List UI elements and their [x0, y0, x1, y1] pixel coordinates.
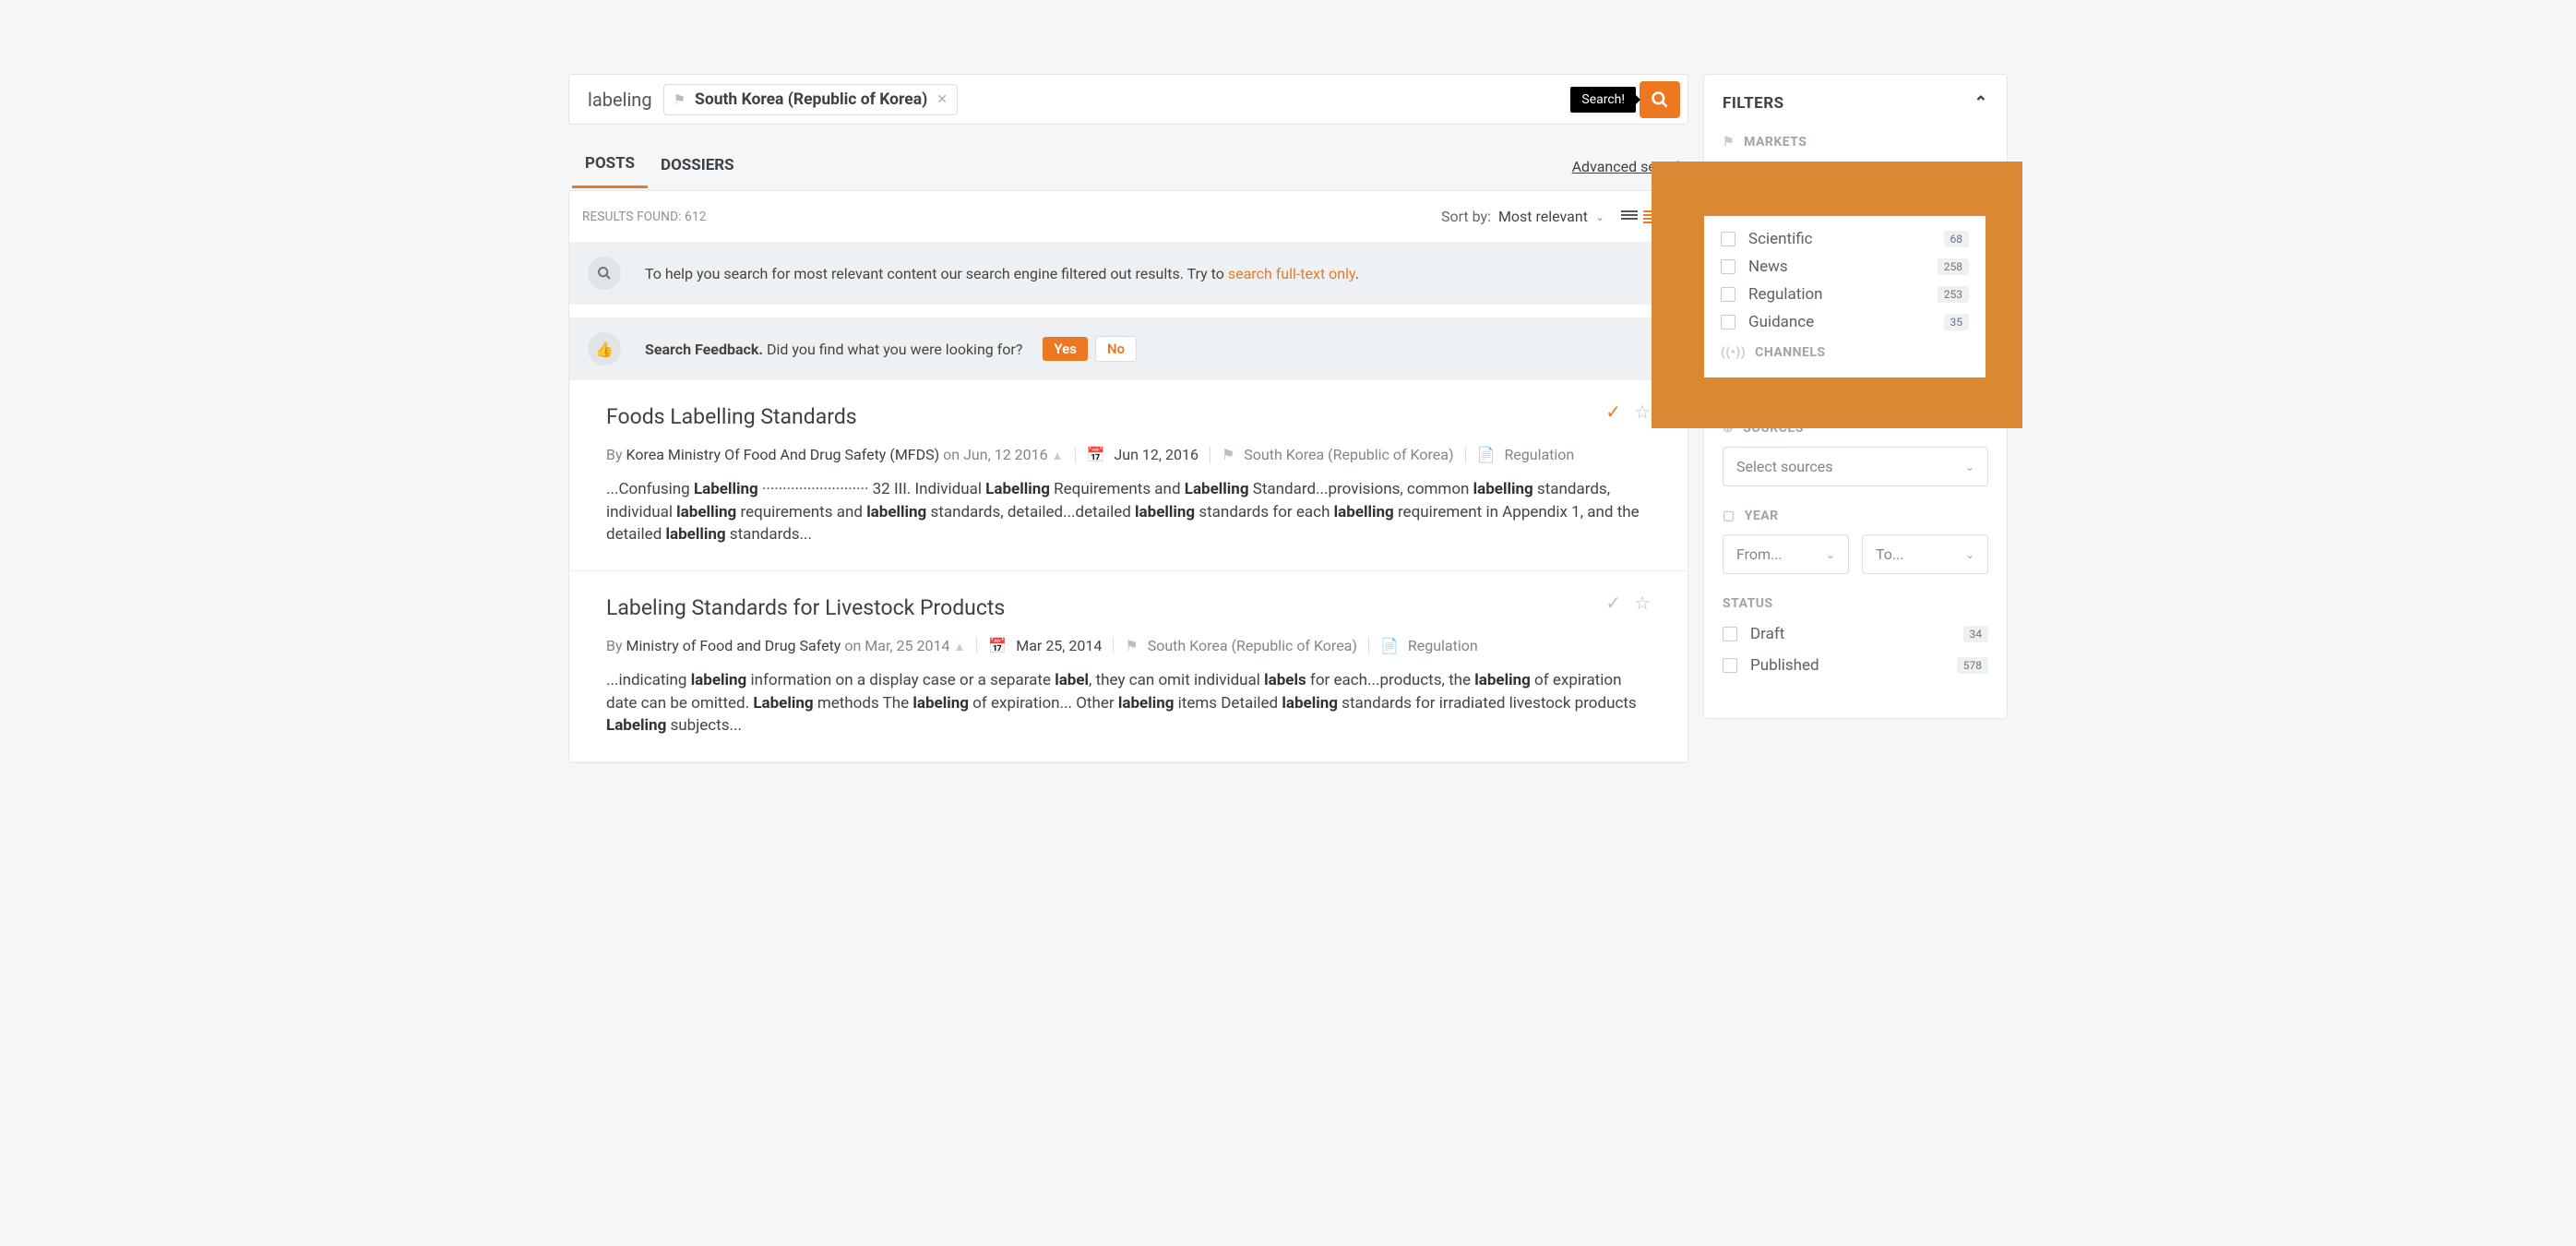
chevron-up-icon: ⌃	[1974, 93, 1988, 113]
warning-icon: ▲	[953, 641, 965, 654]
view-list-icon[interactable]	[1621, 210, 1638, 223]
document-icon: 📄	[1380, 637, 1399, 654]
search-icon	[1651, 90, 1669, 109]
chevron-down-icon: ⌄	[1965, 548, 1974, 561]
flag-icon: ⚑	[674, 91, 686, 108]
feedback-yes-button[interactable]: Yes	[1043, 337, 1088, 361]
search-button[interactable]	[1640, 81, 1680, 118]
cat-scientific-checkbox[interactable]: Scientific68	[1721, 225, 1969, 253]
result-snippet: ...Confusing Labelling ·················…	[606, 478, 1651, 546]
signal-icon: ((•))	[1721, 345, 1746, 360]
highlight-overlay: Scientific68 News258 Regulation253 Guida…	[1652, 162, 2022, 428]
chevron-down-icon: ⌄	[1595, 210, 1604, 223]
check-icon[interactable]: ✓	[1605, 592, 1621, 614]
thumbs-up-icon: 👍	[588, 332, 621, 365]
filter-section-markets: ⚑MARKETS	[1723, 135, 1988, 150]
year-to-select[interactable]: To...⌄	[1862, 534, 1988, 574]
feedback-no-button[interactable]: No	[1095, 336, 1137, 362]
cat-guidance-checkbox[interactable]: Guidance35	[1721, 308, 1969, 336]
chip-remove-icon[interactable]: ✕	[936, 92, 948, 107]
cat-news-checkbox[interactable]: News258	[1721, 253, 1969, 281]
status-published-checkbox[interactable]: Published578	[1723, 650, 1988, 681]
search-tooltip: Search!	[1570, 87, 1636, 113]
filter-section-year: ▢YEAR	[1723, 509, 1988, 523]
filter-notice: To help you search for most relevant con…	[569, 242, 1688, 305]
result-item: ✓ ☆ Foods Labelling Standards By Korea Mi…	[569, 380, 1688, 571]
cat-regulation-checkbox[interactable]: Regulation253	[1721, 281, 1969, 308]
search-query[interactable]: labeling	[588, 89, 652, 111]
status-draft-checkbox[interactable]: Draft34	[1723, 618, 1988, 650]
sort-control[interactable]: Sort by: Most relevant ⌄	[1441, 208, 1604, 225]
results-found: RESULTS FOUND: 612	[582, 210, 707, 224]
chevron-down-icon: ⌄	[1965, 461, 1974, 473]
document-icon: 📄	[1477, 446, 1496, 463]
year-from-select[interactable]: From...⌄	[1723, 534, 1849, 574]
check-icon[interactable]: ✓	[1605, 401, 1621, 423]
notice-search-icon	[588, 257, 621, 290]
result-meta: By Korea Ministry Of Food And Drug Safet…	[606, 446, 1651, 463]
result-title[interactable]: Foods Labelling Standards	[606, 404, 1651, 429]
chip-label: South Korea (Republic of Korea)	[695, 90, 927, 109]
sources-select[interactable]: Select sources⌄	[1723, 447, 1988, 486]
result-meta: By Ministry of Food and Drug Safety on M…	[606, 637, 1651, 654]
calendar-icon: 📅	[988, 637, 1007, 654]
results-header: RESULTS FOUND: 612 Sort by: Most relevan…	[569, 191, 1688, 236]
filter-section-channels: ((•))CHANNELS	[1721, 345, 1969, 360]
result-item: ✓ ☆ Labeling Standards for Livestock Prod…	[569, 571, 1688, 762]
warning-icon: ▲	[1052, 449, 1064, 463]
tabs: POSTS DOSSIERS Advanced search	[568, 145, 1688, 188]
star-icon[interactable]: ☆	[1634, 592, 1651, 614]
tab-dossiers[interactable]: DOSSIERS	[648, 147, 747, 187]
feedback-bar: 👍 Search Feedback. Did you find what you…	[569, 317, 1688, 380]
calendar-icon: 📅	[1087, 446, 1105, 463]
flag-icon: ⚑	[1125, 637, 1138, 654]
result-title[interactable]: Labeling Standards for Livestock Product…	[606, 595, 1651, 620]
search-fulltext-link[interactable]: search full-text only	[1228, 265, 1355, 282]
calendar-icon: ▢	[1723, 509, 1735, 523]
results-container: RESULTS FOUND: 612 Sort by: Most relevan…	[568, 190, 1688, 763]
filters-header[interactable]: FILTERS ⌃	[1723, 93, 1988, 113]
result-snippet: ...indicating labeling information on a …	[606, 669, 1651, 737]
filter-section-status: STATUS	[1723, 596, 1988, 611]
search-bar: labeling ⚑ South Korea (Republic of Kore…	[568, 74, 1688, 125]
notice-text: To help you search for most relevant con…	[645, 265, 1359, 282]
filter-chip-market[interactable]: ⚑ South Korea (Republic of Korea) ✕	[663, 84, 958, 115]
tab-posts[interactable]: POSTS	[572, 145, 648, 188]
chevron-down-icon: ⌄	[1826, 548, 1835, 561]
flag-icon: ⚑	[1222, 446, 1234, 463]
flag-icon: ⚑	[1723, 135, 1735, 150]
star-icon[interactable]: ☆	[1634, 401, 1651, 423]
